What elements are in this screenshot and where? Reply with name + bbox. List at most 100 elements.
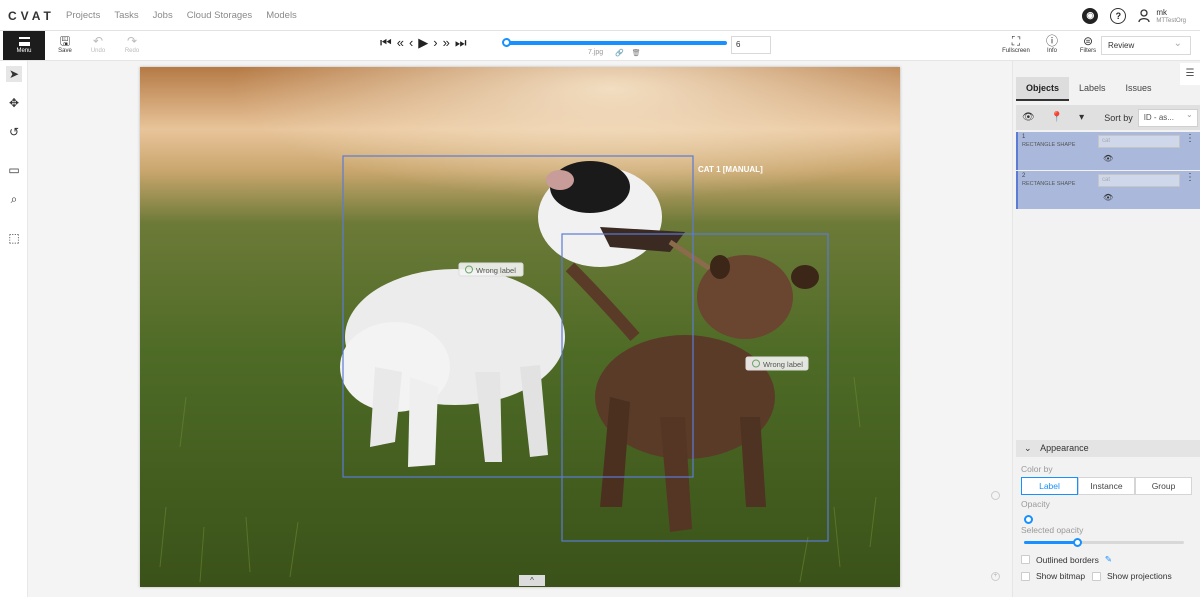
- info-button[interactable]: ⓘ Info: [1040, 34, 1064, 54]
- show-projections-checkbox[interactable]: Show projections: [1092, 571, 1172, 581]
- sort-select[interactable]: ID - as...: [1137, 107, 1198, 127]
- save-icon: 🖫: [59, 34, 71, 48]
- cvat-logo[interactable]: CVAT: [8, 9, 55, 23]
- github-icon[interactable]: ◉: [1082, 7, 1099, 24]
- frame-slider-handle[interactable]: [502, 38, 511, 47]
- redo-label: Redo: [124, 48, 140, 54]
- nav-tasks[interactable]: Tasks: [114, 10, 138, 21]
- zoom-region-icon[interactable]: ⌕: [6, 191, 22, 207]
- info-icon: ⓘ: [1045, 34, 1058, 48]
- prev-frame-icon[interactable]: ‹: [409, 36, 413, 50]
- undo-button[interactable]: ↶ Undo: [86, 34, 110, 54]
- user-menu[interactable]: mk MTTestOrg: [1138, 8, 1186, 24]
- issue-2-text: Wrong label: [763, 360, 803, 369]
- color-by-instance-option[interactable]: Instance: [1078, 477, 1135, 495]
- issue-marker-2[interactable]: Wrong label: [745, 356, 809, 371]
- help-icon[interactable]: ?: [1110, 7, 1127, 24]
- menu-label: Menu: [16, 48, 32, 54]
- sidebar-tabs: Objects Labels Issues: [1016, 77, 1162, 101]
- outlined-borders-checkbox[interactable]: Outlined borders ✎: [1021, 554, 1112, 565]
- filters-button[interactable]: ⊜ Filters: [1076, 34, 1100, 54]
- selected-opacity-slider[interactable]: [1024, 538, 1184, 547]
- play-icon[interactable]: ▶: [418, 36, 428, 50]
- link-icon[interactable]: 🔗: [615, 49, 624, 57]
- first-frame-icon[interactable]: ⏮: [380, 36, 392, 50]
- pin-icon[interactable]: 📍: [1051, 112, 1063, 123]
- workspace-mode-select[interactable]: Review: [1101, 35, 1191, 55]
- nav-cloud-storages[interactable]: Cloud Storages: [187, 10, 252, 21]
- redo-icon: ↷: [126, 34, 138, 48]
- photo-canvas[interactable]: CAT 1 [MANUAL] Wrong label Wrong label: [140, 67, 900, 587]
- back-step-icon[interactable]: «: [397, 36, 404, 50]
- save-button[interactable]: 🖫 Save: [53, 34, 77, 54]
- zoom-in-icon[interactable]: +: [991, 572, 1000, 581]
- nav-projects[interactable]: Projects: [66, 10, 100, 21]
- user-name: mk: [1156, 7, 1167, 17]
- frame-slider[interactable]: [502, 38, 727, 47]
- more-icon[interactable]: ⋮: [1185, 173, 1195, 183]
- eye-icon[interactable]: 👁: [1022, 112, 1035, 123]
- checkbox-box: [1092, 571, 1101, 581]
- zoom-out-icon[interactable]: [991, 491, 1000, 500]
- fit-image-icon[interactable]: ▭: [6, 162, 22, 178]
- color-by-label-option[interactable]: Label: [1021, 477, 1078, 495]
- annotation-toolbar: Menu 🖫 Save ↶ Undo ↷ Redo ⏮ « ‹ ▶ › » ⏭ …: [0, 31, 1200, 61]
- tab-issues[interactable]: Issues: [1116, 77, 1162, 101]
- selected-opacity-fill: [1024, 541, 1076, 544]
- opacity-slider[interactable]: [1024, 515, 1033, 524]
- annotated-image[interactable]: CAT 1 [MANUAL] Wrong label Wrong label: [140, 67, 900, 587]
- caret-down-icon[interactable]: ▾: [1079, 112, 1084, 123]
- appearance-header[interactable]: ⌄ Appearance: [1016, 440, 1200, 457]
- controls-sidebar: ➤ ✥ ↺ ▭ ⌕ ⬚: [0, 61, 28, 597]
- delete-frame-icon[interactable]: 🗑: [632, 49, 641, 57]
- more-icon[interactable]: ⋮: [1185, 134, 1195, 144]
- object-type: RECTANGLE SHAPE: [1022, 181, 1076, 187]
- objects-sidebar: ☰ Objects Labels Issues 👁 📍 ▾ Sort by ID…: [1012, 61, 1200, 597]
- tab-labels[interactable]: Labels: [1069, 77, 1116, 101]
- fullscreen-button[interactable]: ⛶ Fullscreen: [1002, 34, 1030, 54]
- info-label: Info: [1046, 48, 1057, 54]
- user-org: MTTestOrg: [1156, 17, 1186, 24]
- objects-list-header: 👁 📍 ▾ Sort by ID - as...: [1016, 105, 1200, 130]
- object-label-select[interactable]: cat: [1098, 174, 1180, 187]
- eye-icon[interactable]: 👁: [1103, 193, 1113, 202]
- undo-label: Undo: [90, 48, 106, 54]
- header-actions: ◉ ? mk MTTestOrg: [1082, 0, 1200, 31]
- fullscreen-icon: ⛶: [1011, 34, 1021, 48]
- tab-objects[interactable]: Objects: [1016, 77, 1070, 101]
- color-by-group-option[interactable]: Group: [1135, 477, 1192, 495]
- frame-number-input[interactable]: 6: [731, 36, 771, 54]
- show-projections-label: Show projections: [1107, 571, 1172, 581]
- selected-opacity-handle[interactable]: [1073, 538, 1082, 547]
- menu-button[interactable]: Menu: [3, 31, 45, 60]
- draw-issue-icon[interactable]: ⬚: [6, 230, 22, 246]
- cursor-icon[interactable]: ➤: [6, 66, 22, 82]
- color-picker-icon[interactable]: ✎: [1105, 554, 1112, 565]
- save-label: Save: [58, 48, 72, 54]
- filename-actions: 🔗 🗑: [615, 49, 641, 57]
- issue-marker-1[interactable]: Wrong label: [458, 262, 524, 277]
- forward-step-icon[interactable]: »: [443, 36, 450, 50]
- redo-button[interactable]: ↷ Redo: [120, 34, 144, 54]
- rotate-icon[interactable]: ↺: [6, 124, 22, 140]
- object-item[interactable]: 1 RECTANGLE SHAPE cat ⋮ 👁: [1016, 132, 1200, 170]
- move-icon[interactable]: ✥: [6, 95, 22, 111]
- nav-jobs[interactable]: Jobs: [153, 10, 173, 21]
- eye-icon[interactable]: 👁: [1103, 154, 1113, 163]
- player-controls: ⏮ « ‹ ▶ › » ⏭: [380, 36, 467, 50]
- right-toolbar: ⛶ Fullscreen ⓘ Info ⊜ Filters: [1002, 34, 1100, 54]
- object-label-select[interactable]: cat: [1098, 135, 1180, 148]
- last-frame-icon[interactable]: ⏭: [455, 36, 467, 50]
- filters-label: Filters: [1079, 48, 1097, 54]
- show-bitmap-checkbox[interactable]: Show bitmap: [1021, 571, 1085, 581]
- collapse-bottom-panel[interactable]: ^: [519, 575, 545, 586]
- sidebar-collapse-icon[interactable]: ☰: [1180, 63, 1200, 85]
- menu-icon: [18, 37, 30, 46]
- object-item[interactable]: 2 RECTANGLE SHAPE cat ⋮ 👁: [1016, 171, 1200, 209]
- nav-models[interactable]: Models: [266, 10, 297, 21]
- color-by-selector: Label Instance Group: [1021, 477, 1192, 495]
- object-type: RECTANGLE SHAPE: [1022, 142, 1076, 148]
- fullscreen-label: Fullscreen: [1002, 48, 1030, 54]
- next-frame-icon[interactable]: ›: [433, 36, 437, 50]
- outlined-borders-label: Outlined borders: [1036, 554, 1099, 565]
